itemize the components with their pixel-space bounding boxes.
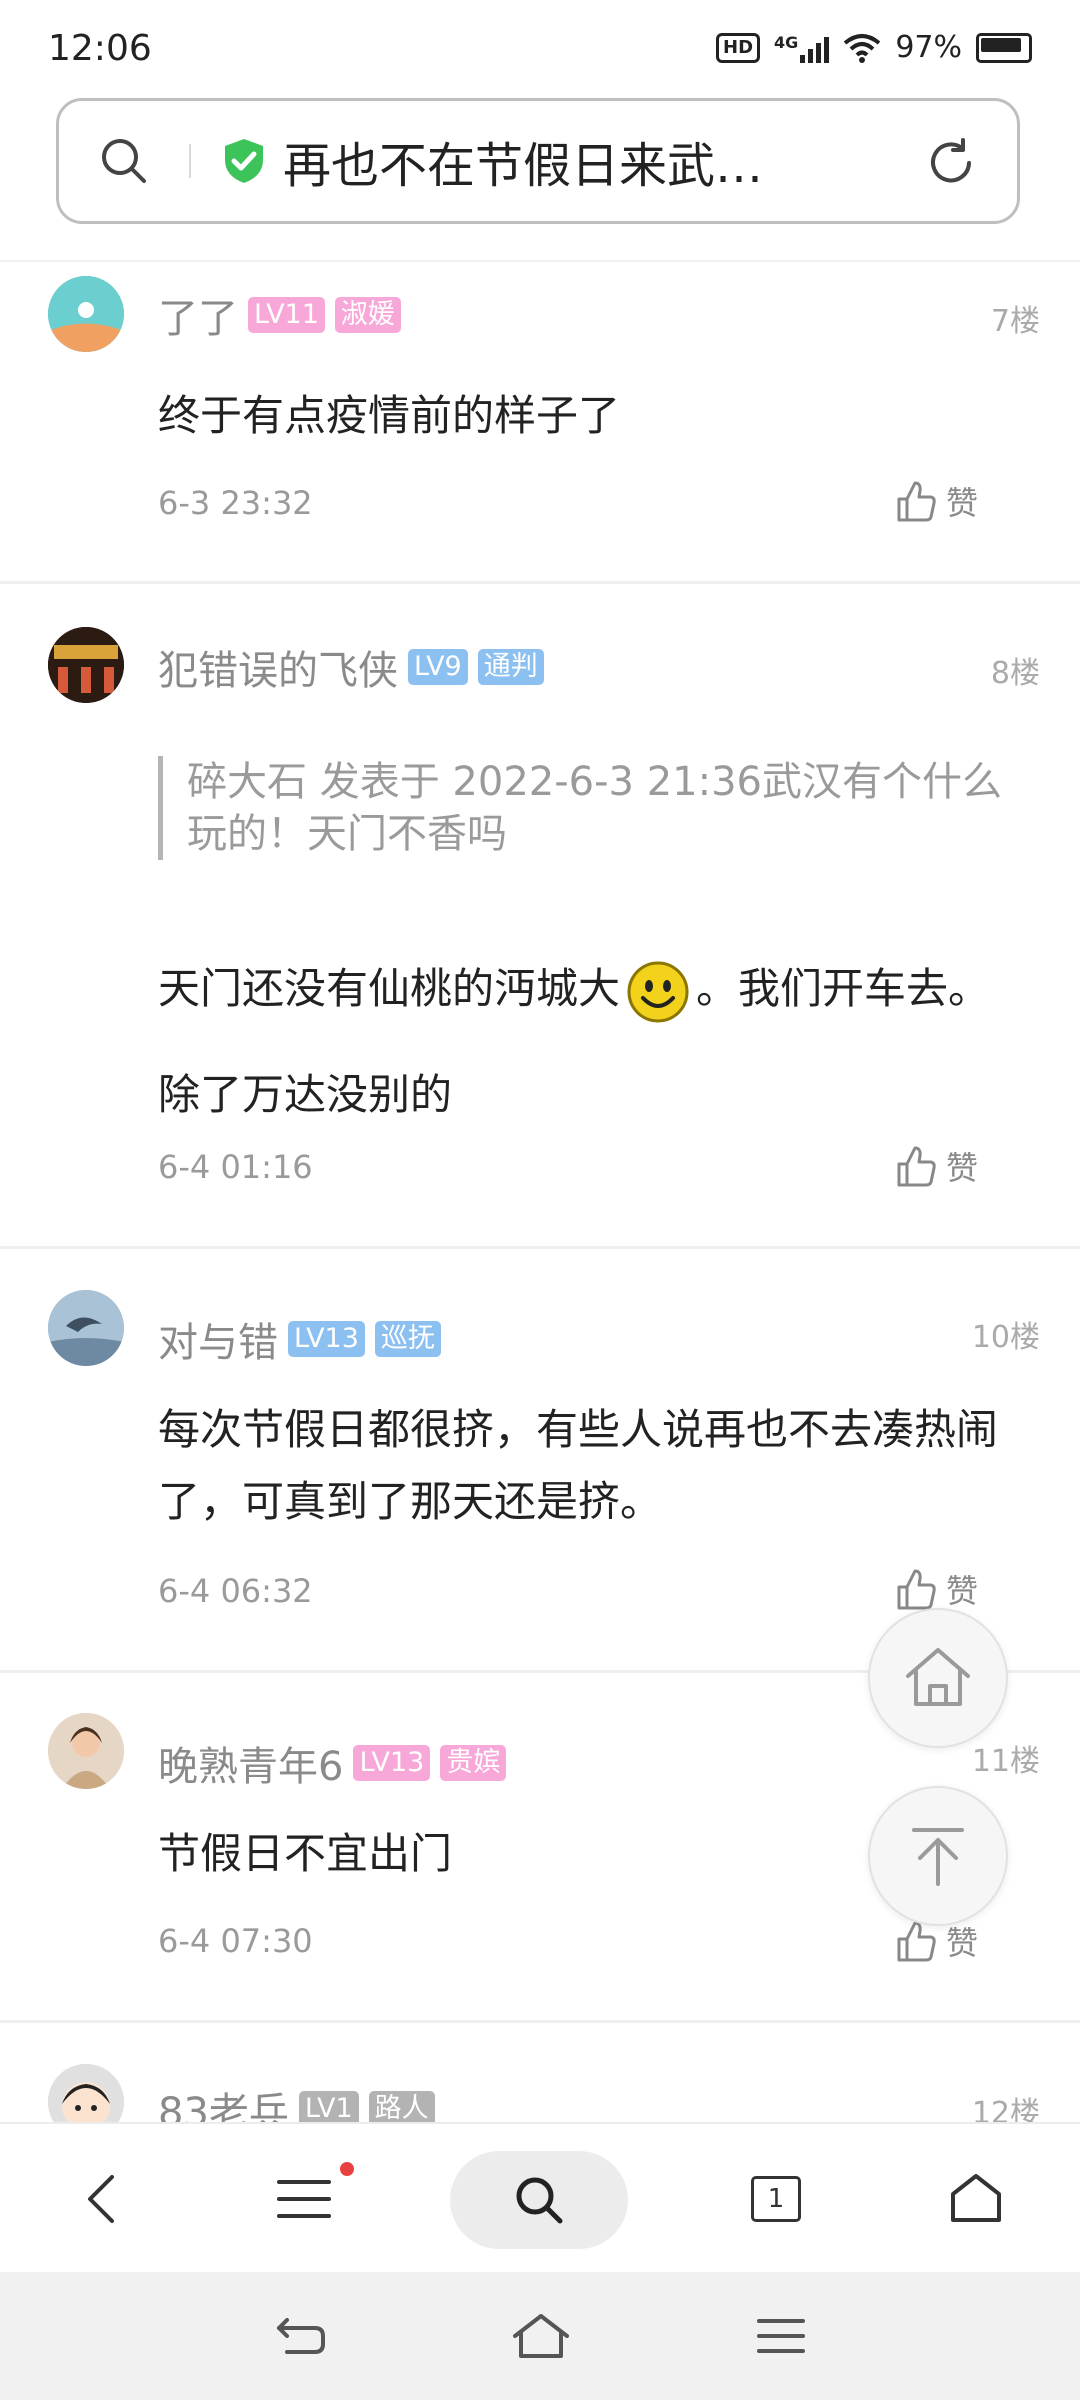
- post-separator: [0, 1246, 1080, 1249]
- system-back-button[interactable]: [256, 2272, 346, 2400]
- search-icon[interactable]: [59, 135, 189, 187]
- home-float-button[interactable]: [868, 1608, 1008, 1748]
- battery-percent: 97%: [895, 30, 962, 65]
- like-label: 赞: [946, 1149, 979, 1187]
- title-badge: 淑媛: [334, 297, 401, 333]
- thumbs-up-icon: [897, 1569, 936, 1610]
- post-separator: [0, 581, 1080, 584]
- title-badge: 通判: [477, 649, 544, 685]
- divider: [0, 260, 1080, 262]
- level-badge: LV9: [408, 649, 468, 685]
- arrow-up-icon: [912, 1828, 964, 1886]
- home-icon: [951, 2174, 1001, 2222]
- username-row: 晚熟青年6 LV13 贵嫔: [158, 1734, 507, 1792]
- post-date: 6-4 06:32: [158, 1572, 313, 1610]
- smiley-emoji-icon: [627, 961, 689, 1022]
- browser-toolbar: 1: [0, 2122, 1080, 2274]
- like-button[interactable]: 赞: [896, 1566, 978, 1612]
- wifi-icon: [844, 33, 881, 63]
- post-date: 6-4 01:16: [158, 1148, 313, 1186]
- floor-number: 10楼: [971, 1320, 1040, 1355]
- system-home-button[interactable]: [496, 2272, 586, 2400]
- post-date: 6-3 23:32: [158, 484, 313, 522]
- username-row: 犯错误的飞侠 LV9 通判: [158, 638, 544, 696]
- search-icon: [516, 2177, 563, 2224]
- floor-number: 11楼: [971, 1744, 1040, 1779]
- scroll-top-button[interactable]: [868, 1786, 1008, 1926]
- level-badge: LV13: [353, 1745, 431, 1781]
- username-row: 了了 LV11 淑媛: [158, 286, 401, 344]
- system-navigation-bar: [0, 2272, 1080, 2400]
- status-time: 12:06: [48, 28, 152, 69]
- username[interactable]: 犯错误的飞侠: [158, 638, 398, 696]
- post-separator: [0, 2020, 1080, 2023]
- post-content: 天门还没有仙桃的沔城大 。我们开车去。除了万达没别的: [158, 936, 1018, 1148]
- notification-dot: [340, 2162, 354, 2176]
- refresh-icon[interactable]: [925, 137, 977, 189]
- toolbar-search-button[interactable]: [450, 2151, 628, 2249]
- post-content: 每次节假日都很挤，有些人说再也不去凑热闹了，可真到了那天还是挤。: [158, 1405, 999, 1526]
- thumbs-up-icon: [897, 1146, 936, 1187]
- menu-icon: [757, 2319, 805, 2353]
- title-badge: 巡抚: [374, 1321, 441, 1357]
- status-icons: HD 4G 97%: [716, 30, 1032, 65]
- post-text: 天门还没有仙桃的沔城大: [158, 964, 621, 1013]
- avatar[interactable]: [48, 1290, 124, 1366]
- level-badge: LV11: [248, 297, 325, 333]
- home-icon: [906, 1648, 970, 1706]
- home-icon: [513, 2314, 569, 2358]
- floor-number: 7楼: [990, 304, 1040, 339]
- address-bar[interactable]: 再也不在节假日来武…: [56, 98, 1020, 224]
- username[interactable]: 晚熟青年6: [158, 1734, 343, 1792]
- menu-button[interactable]: [262, 2124, 354, 2274]
- hd-icon: HD: [716, 32, 761, 63]
- divider: [189, 144, 191, 178]
- username[interactable]: 了了: [158, 286, 238, 344]
- like-label: 赞: [946, 484, 979, 522]
- floor-number: 8楼: [990, 656, 1040, 691]
- page-title[interactable]: 再也不在节假日来武…: [283, 126, 853, 196]
- tabs-button[interactable]: 1: [734, 2124, 818, 2274]
- battery-icon: [976, 32, 1032, 63]
- post-content: 终于有点疫情前的样子了: [158, 391, 621, 440]
- title-badge: 贵嫔: [440, 1745, 507, 1781]
- like-button[interactable]: 赞: [896, 1143, 978, 1189]
- thumbs-up-icon: [897, 481, 936, 522]
- chevron-left-icon: [88, 2175, 114, 2223]
- avatar[interactable]: [48, 1713, 124, 1789]
- status-bar: 12:06 HD 4G 97%: [0, 0, 1080, 90]
- shield-check-icon: [225, 139, 263, 183]
- like-button[interactable]: 赞: [896, 478, 978, 524]
- home-button[interactable]: [934, 2124, 1018, 2274]
- level-badge: LV13: [288, 1321, 365, 1357]
- post-date: 6-4 07:30: [158, 1922, 313, 1960]
- like-label: 赞: [946, 1572, 979, 1610]
- avatar[interactable]: [48, 276, 124, 352]
- network-type: 4G: [774, 32, 799, 52]
- like-label: 赞: [946, 1924, 979, 1962]
- signal-icon: 4G: [774, 32, 830, 63]
- tab-count: 1: [751, 2176, 801, 2222]
- back-arrow-icon: [277, 2318, 325, 2354]
- username[interactable]: 对与错: [158, 1310, 278, 1368]
- system-recents-button[interactable]: [736, 2272, 826, 2400]
- username-row: 对与错 LV13 巡抚: [158, 1310, 441, 1368]
- quoted-post[interactable]: 碎大石 发表于 2022-6-3 21:36武汉有个什么玩的！天门不香吗: [158, 756, 1018, 860]
- menu-icon: [277, 2180, 331, 2218]
- back-button[interactable]: [60, 2124, 144, 2274]
- avatar[interactable]: [48, 627, 124, 703]
